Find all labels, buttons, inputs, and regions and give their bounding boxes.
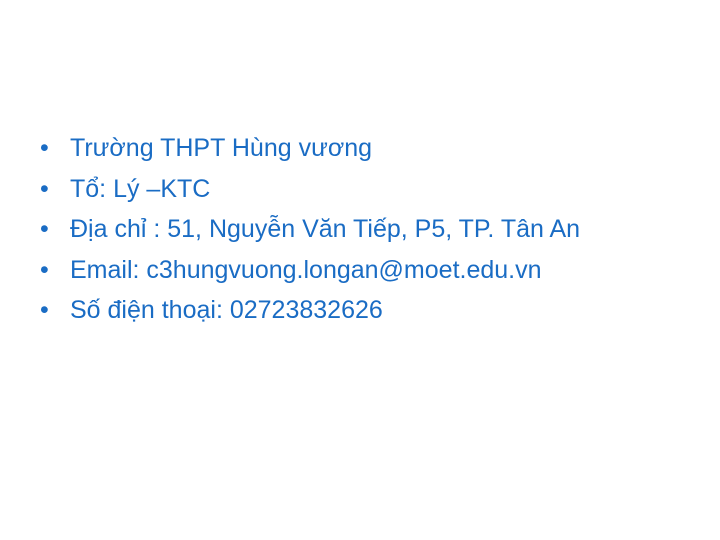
address: Địa chỉ : 51, Nguyễn Văn Tiếp, P5, TP. T…	[70, 215, 581, 243]
bullet-icon: •	[40, 296, 49, 324]
list-item-school: • Trường THPT Hùng vương	[40, 128, 580, 169]
list-item-department: • Tổ: Lý –KTC	[40, 169, 580, 210]
bullet-icon: •	[40, 134, 49, 162]
bullet-list: • Trường THPT Hùng vương • Tổ: Lý –KTC •…	[40, 128, 580, 331]
phone-number: Số điện thoại: 02723832626	[70, 296, 383, 324]
list-item-phone: • Số điện thoại: 02723832626	[40, 290, 580, 331]
department: Tổ: Lý –KTC	[70, 174, 211, 203]
bullet-icon: •	[40, 215, 49, 243]
bullet-icon: •	[40, 255, 49, 284]
school-name: Trường THPT Hùng vương	[70, 134, 373, 162]
bullet-icon: •	[40, 174, 49, 203]
list-item-address: • Địa chỉ : 51, Nguyễn Văn Tiếp, P5, TP.…	[40, 209, 580, 250]
slide: • Trường THPT Hùng vương • Tổ: Lý –KTC •…	[0, 0, 720, 540]
email: Email: c3hungvuong.longan@moet.edu.vn	[70, 255, 542, 284]
list-item-email: • Email: c3hungvuong.longan@moet.edu.vn	[40, 250, 580, 291]
